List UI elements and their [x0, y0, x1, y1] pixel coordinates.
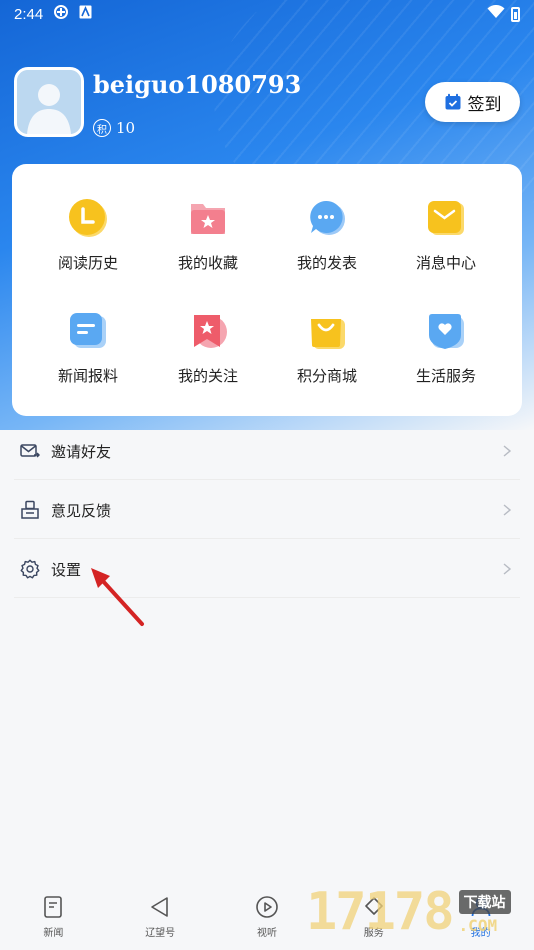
favorites-folder-icon: [191, 204, 225, 234]
battery-icon: [511, 6, 520, 22]
watermark-logo: 17178 下载站 .COM: [306, 886, 511, 938]
points-display[interactable]: 积 10: [93, 119, 135, 137]
chevron-right-icon: [503, 445, 512, 457]
calendar-check-icon: [445, 93, 460, 110]
grid-item-reading-history[interactable]: 阅读历史: [29, 198, 147, 298]
menu-row-settings[interactable]: 设置: [0, 540, 534, 598]
grid-item-life-services[interactable]: 生活服务: [387, 311, 505, 411]
watermark-digits: 17178: [306, 882, 455, 942]
tab-label: 新闻: [43, 928, 64, 939]
news-report-icon: [70, 313, 106, 348]
grid-label: 我的发表: [296, 254, 357, 272]
tab-liaowang[interactable]: 辽望号: [120, 895, 200, 939]
points-badge-icon: 积: [93, 119, 111, 137]
grid-item-my-follows[interactable]: 我的关注: [149, 311, 267, 411]
menu-row-feedback[interactable]: 意见反馈: [0, 481, 534, 539]
tab-video[interactable]: 视听: [227, 895, 307, 939]
tab-label: 视听: [256, 928, 277, 939]
grid-label: 生活服务: [415, 367, 476, 385]
status-bar: 2:44: [0, 0, 534, 28]
heart-shield-icon: [429, 314, 464, 349]
checkin-button[interactable]: 签到: [425, 82, 520, 122]
shopping-bag-icon: [311, 319, 345, 349]
grid-item-message-center[interactable]: 消息中心: [387, 198, 505, 298]
username: beiguo1080793: [93, 70, 302, 99]
watermark-top: 下载站: [458, 889, 511, 914]
tab-label: 辽望号: [145, 928, 176, 939]
envelope-icon: [428, 201, 464, 235]
tab-news[interactable]: 新闻: [13, 895, 93, 939]
wifi-icon: [487, 4, 505, 23]
gear-icon: [20, 559, 40, 579]
chevron-right-icon: [503, 563, 512, 575]
status-letter-icon: [79, 5, 92, 23]
grid-label: 新闻报料: [57, 367, 118, 385]
grid-label: 我的关注: [177, 367, 238, 385]
grid-label: 消息中心: [415, 254, 476, 272]
play-icon: [256, 896, 278, 918]
menu-row-invite-friends[interactable]: 邀请好友: [0, 422, 534, 480]
watermark-side: 下载站 .COM: [458, 889, 511, 935]
grid-label: 阅读历史: [57, 254, 118, 272]
grid-item-news-report[interactable]: 新闻报料: [29, 311, 147, 411]
grid-label: 我的收藏: [177, 254, 238, 272]
divider: [14, 479, 520, 480]
status-time: 2:44: [14, 5, 44, 23]
avatar-silhouette-icon: [17, 70, 81, 134]
grid-item-favorites[interactable]: 我的收藏: [149, 198, 267, 298]
chat-bubble-icon: [310, 200, 345, 235]
watermark-bottom: .COM: [458, 915, 498, 935]
checkin-label: 签到: [467, 94, 502, 115]
shortcut-grid: 阅读历史 我的收藏 我的发表 消息中心 新闻报料 我的关注 积分商城 生活服务: [12, 164, 522, 416]
avatar[interactable]: [14, 67, 84, 137]
divider: [14, 538, 520, 539]
annotation-arrow-icon: [91, 568, 144, 626]
reading-history-icon: [69, 199, 107, 237]
feedback-icon: [21, 500, 39, 519]
chevron-right-icon: [503, 504, 512, 516]
follow-bookmark-icon: [194, 315, 227, 348]
invite-mail-icon: [20, 444, 40, 458]
triangle-icon: [151, 897, 168, 917]
shortcut-card: 阅读历史 我的收藏 我的发表 消息中心 新闻报料 我的关注 积分商城 生活服务: [12, 164, 522, 416]
points-value: 10: [116, 119, 136, 137]
grid-item-my-posts[interactable]: 我的发表: [268, 198, 386, 298]
grid-item-points-mall[interactable]: 积分商城: [268, 311, 386, 411]
menu-row-label: 邀请好友: [51, 442, 112, 461]
menu-row-label: 设置: [51, 560, 82, 579]
news-icon: [44, 896, 63, 918]
status-right: [487, 4, 520, 23]
status-app-icon: [53, 4, 69, 24]
grid-label: 积分商城: [296, 367, 357, 385]
menu-row-label: 意见反馈: [51, 501, 112, 520]
